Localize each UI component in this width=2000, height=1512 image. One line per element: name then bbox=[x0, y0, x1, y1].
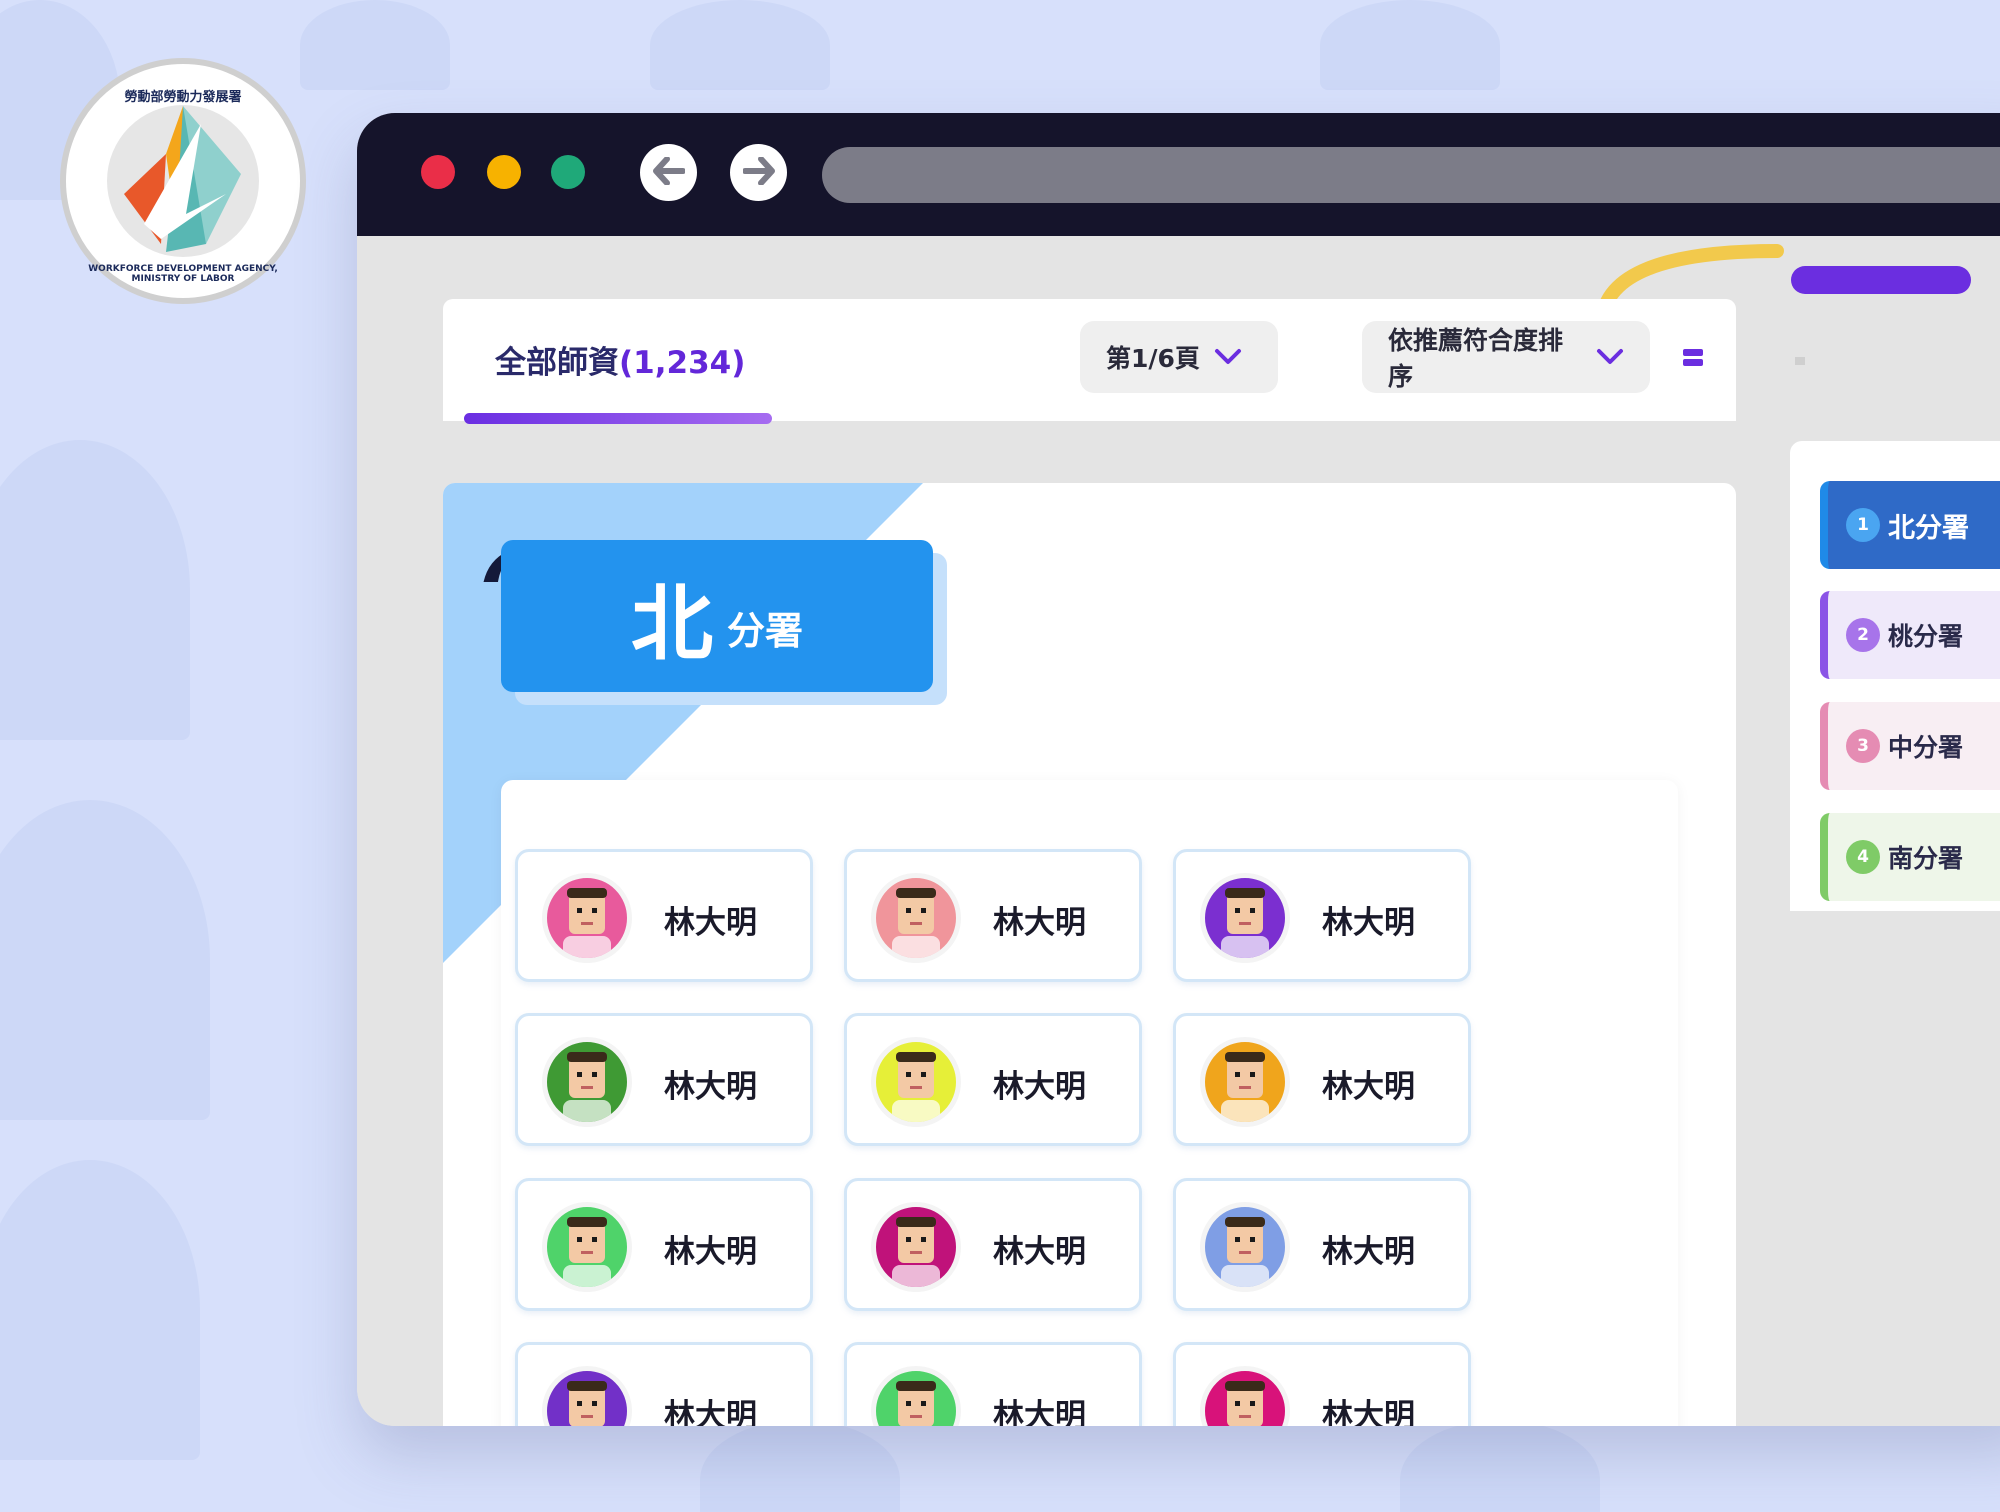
teacher-list: 林大明 林大明 林大明 林大明 林大明 林大明 林大明 林大明 林大明 林大明 林大明 林大明 bbox=[501, 780, 1678, 1426]
browser-window: 全部師資(1,234) 第1/6頁 依推薦符合度排序 北 分署 林大明 林大明 … bbox=[357, 113, 2000, 1426]
teacher-card[interactable]: 林大明 bbox=[515, 1342, 813, 1426]
tab-all-count: (1,234) bbox=[619, 345, 746, 381]
branch-nav-label: 中分署 bbox=[1888, 733, 1964, 762]
avatar bbox=[542, 1202, 632, 1292]
arrow-right-icon bbox=[741, 155, 775, 189]
teacher-card[interactable]: 林大明 bbox=[1173, 1013, 1471, 1146]
sort-select-label: 依推薦符合度排序 bbox=[1388, 326, 1564, 391]
branch-nav-item-taoyuan[interactable]: 2 桃分署 bbox=[1820, 591, 2000, 679]
avatar bbox=[871, 1202, 961, 1292]
close-window-dot[interactable] bbox=[421, 155, 455, 189]
branch-number-badge: 4 bbox=[1846, 840, 1880, 874]
teacher-name: 林大明 bbox=[993, 1398, 1086, 1426]
seal-chinese-name: 勞動部勞動力發展署 bbox=[124, 90, 242, 105]
teacher-name: 林大明 bbox=[993, 905, 1086, 941]
teacher-name: 林大明 bbox=[1322, 905, 1415, 941]
avatar bbox=[1200, 1202, 1290, 1292]
teacher-name: 林大明 bbox=[993, 1069, 1086, 1105]
page-select[interactable]: 第1/6頁 bbox=[1080, 321, 1278, 393]
forward-button[interactable] bbox=[730, 144, 787, 201]
teacher-card[interactable]: 林大明 bbox=[844, 1178, 1142, 1311]
avatar bbox=[1200, 1037, 1290, 1127]
branch-nav-item-central[interactable]: 3 中分署 bbox=[1820, 702, 2000, 790]
teacher-name: 林大明 bbox=[664, 1398, 757, 1426]
teacher-name: 林大明 bbox=[993, 1234, 1086, 1270]
tab-all-teachers[interactable]: 全部師資(1,234) bbox=[495, 337, 745, 382]
avatar bbox=[1200, 1366, 1290, 1426]
branch-nav-item-south[interactable]: 4 南分署 bbox=[1820, 813, 2000, 901]
grid-view-icon[interactable] bbox=[1795, 357, 1805, 365]
teacher-name: 林大明 bbox=[664, 1234, 757, 1270]
teacher-name: 林大明 bbox=[664, 1069, 757, 1105]
branch-nav-label: 南分署 bbox=[1888, 844, 1964, 873]
page-content: 全部師資(1,234) 第1/6頁 依推薦符合度排序 北 分署 林大明 林大明 … bbox=[357, 236, 2000, 1426]
avatar bbox=[871, 1037, 961, 1127]
branch-panel: “ 北 分署 林大明林大明林大明林大明林大明林大明林大明林大明林大明林大明林大明… bbox=[443, 483, 1736, 1426]
teacher-card[interactable]: 林大明 bbox=[844, 849, 1142, 982]
avatar bbox=[871, 1366, 961, 1426]
browser-titlebar bbox=[357, 113, 2000, 236]
teacher-name: 林大明 bbox=[664, 905, 757, 941]
teacher-card[interactable]: 林大明 bbox=[1173, 1178, 1471, 1311]
branch-nav: 1 北分署 2 桃分署 3 中分署 4 南分署 bbox=[1790, 441, 2000, 911]
decorative-pill bbox=[1791, 266, 1971, 294]
chevron-down-icon bbox=[1596, 343, 1624, 372]
page-select-label: 第1/6頁 bbox=[1106, 344, 1200, 373]
teacher-list-header: 全部師資(1,234) 第1/6頁 依推薦符合度排序 bbox=[443, 299, 1805, 424]
chevron-down-icon bbox=[1214, 343, 1242, 372]
sort-select[interactable]: 依推薦符合度排序 bbox=[1362, 321, 1650, 393]
avatar bbox=[1200, 873, 1290, 963]
teacher-card[interactable]: 林大明 bbox=[515, 1178, 813, 1311]
avatar bbox=[542, 1037, 632, 1127]
teacher-card[interactable]: 林大明 bbox=[515, 849, 813, 982]
seal-english-name: WORKFORCE DEVELOPMENT AGENCY, MINISTRY O… bbox=[88, 264, 278, 284]
back-button[interactable] bbox=[640, 144, 697, 201]
teacher-name: 林大明 bbox=[1322, 1234, 1415, 1270]
agency-seal-logo: 勞動部勞動力發展署 WORKFORCE DEVELOPMENT AGENCY, … bbox=[60, 58, 306, 304]
minimize-window-dot[interactable] bbox=[487, 155, 521, 189]
teacher-name: 林大明 bbox=[1322, 1069, 1415, 1105]
tab-all-label: 全部師資 bbox=[495, 345, 619, 381]
teacher-card[interactable]: 林大明 bbox=[844, 1342, 1142, 1426]
active-tab-indicator bbox=[464, 413, 772, 424]
maximize-window-dot[interactable] bbox=[551, 155, 585, 189]
arrow-left-icon bbox=[652, 155, 686, 189]
teacher-card[interactable]: 林大明 bbox=[1173, 849, 1471, 982]
branch-number-badge: 2 bbox=[1846, 618, 1880, 652]
teacher-name: 林大明 bbox=[1322, 1398, 1415, 1426]
branch-title-badge: 北 分署 bbox=[501, 540, 933, 692]
branch-number-badge: 3 bbox=[1846, 729, 1880, 763]
branch-title-main: 北 bbox=[630, 576, 713, 672]
teacher-card[interactable]: 林大明 bbox=[515, 1013, 813, 1146]
branch-nav-label: 桃分署 bbox=[1888, 622, 1964, 651]
branch-title-suffix: 分署 bbox=[727, 608, 804, 653]
avatar bbox=[542, 873, 632, 963]
branch-nav-label: 北分署 bbox=[1888, 512, 1969, 544]
avatar bbox=[542, 1366, 632, 1426]
list-view-icon[interactable] bbox=[1683, 349, 1705, 366]
teacher-card[interactable]: 林大明 bbox=[844, 1013, 1142, 1146]
branch-nav-item-north[interactable]: 1 北分署 bbox=[1820, 481, 2000, 569]
teacher-card[interactable]: 林大明 bbox=[1173, 1342, 1471, 1426]
address-bar[interactable] bbox=[822, 147, 2000, 203]
branch-number-badge: 1 bbox=[1846, 508, 1880, 542]
avatar bbox=[871, 873, 961, 963]
